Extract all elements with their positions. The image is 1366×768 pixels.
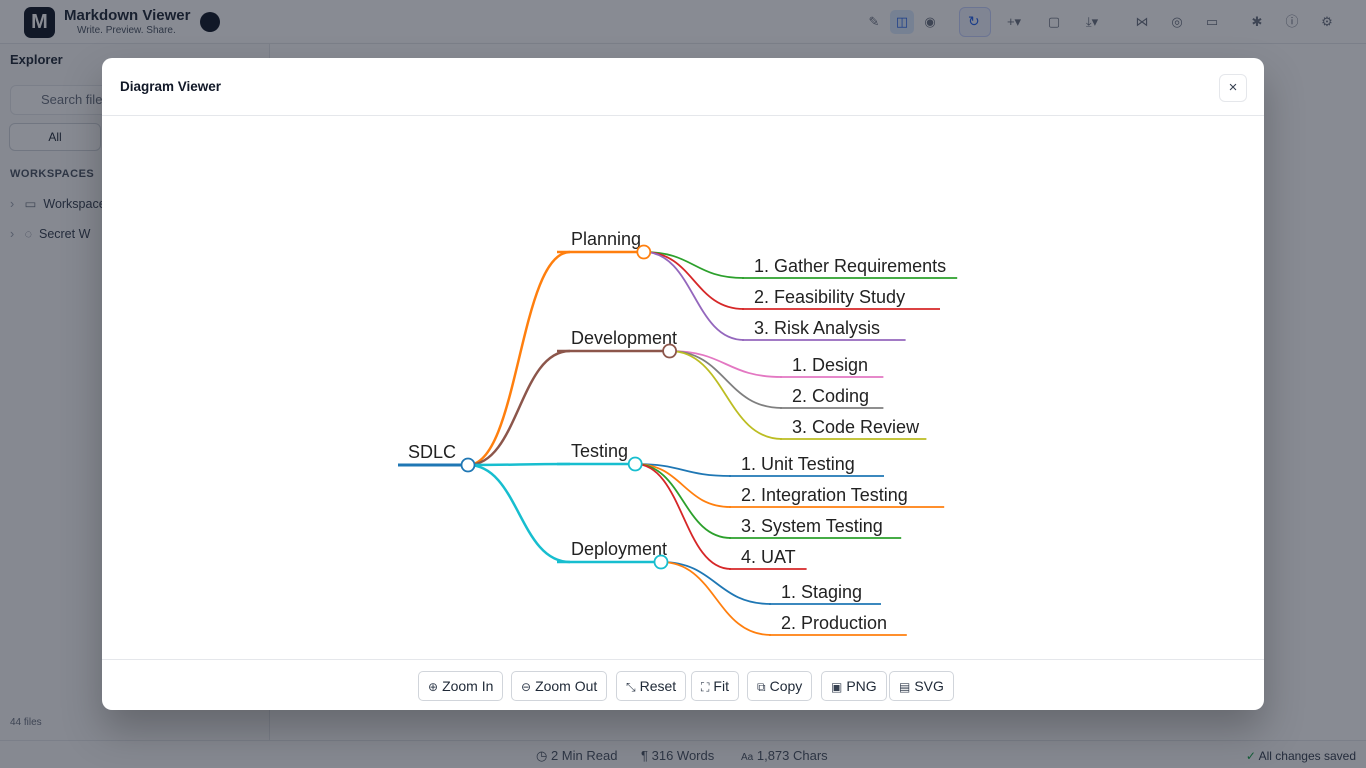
fit-label: Fit bbox=[713, 678, 729, 694]
leaf-label: 1. Staging bbox=[781, 582, 862, 602]
branch-connector bbox=[467, 250, 571, 467]
fit-icon: ⛶ bbox=[701, 680, 710, 694]
zoom-out-icon: ⊖ bbox=[521, 680, 532, 694]
leaf-label: 2. Production bbox=[781, 613, 887, 633]
zoom-out-label: Zoom Out bbox=[535, 678, 598, 694]
leaf-label: 3. Risk Analysis bbox=[754, 318, 880, 338]
reset-label: Reset bbox=[639, 678, 677, 694]
branch-connector bbox=[467, 463, 571, 564]
copy-label: Copy bbox=[769, 678, 803, 694]
copy-icon: ⧉ bbox=[757, 680, 766, 694]
modal-toolbar: ⊕ Zoom In ⊖ Zoom Out ⤡ Reset ⛶ Fit ⧉ Copy ▣ PN… bbox=[102, 659, 1264, 710]
leaf-label: 3. Code Review bbox=[792, 417, 920, 437]
png-export-button[interactable]: ▣ PNG bbox=[821, 671, 887, 701]
code-file-icon: ▤ bbox=[899, 680, 911, 694]
leaf-label: 4. UAT bbox=[741, 547, 796, 567]
zoom-out-button[interactable]: ⊖ Zoom Out bbox=[511, 671, 608, 701]
leaf-label: 2. Integration Testing bbox=[741, 485, 908, 505]
png-label: PNG bbox=[846, 678, 877, 694]
zoom-in-label: Zoom In bbox=[442, 678, 494, 694]
reset-button[interactable]: ⤡ Reset bbox=[616, 671, 687, 701]
branch-node bbox=[653, 554, 669, 570]
close-button[interactable]: × bbox=[1219, 74, 1247, 102]
branch-label: Deployment bbox=[571, 539, 667, 559]
leaf-label: 1. Gather Requirements bbox=[754, 256, 946, 276]
leaf-label: 2. Coding bbox=[792, 386, 869, 406]
leaf-label: 1. Unit Testing bbox=[741, 454, 855, 474]
branch-label: Development bbox=[571, 328, 677, 348]
leaf-label: 1. Design bbox=[792, 355, 868, 375]
diagram-viewer-modal: Diagram Viewer × SDLC Planning 1. Gather R… bbox=[102, 58, 1264, 710]
fit-button[interactable]: ⛶ Fit bbox=[691, 671, 739, 701]
reset-icon: ⤡ bbox=[626, 680, 636, 694]
copy-button[interactable]: ⧉ Copy bbox=[747, 671, 813, 701]
branch-node bbox=[627, 456, 643, 472]
branch-connector bbox=[467, 349, 571, 467]
svg-label: SVG bbox=[914, 678, 944, 694]
leaf-label: 2. Feasibility Study bbox=[754, 287, 905, 307]
mindmap-svg: SDLC Planning 1. Gather Requirements 2. Fea… bbox=[398, 229, 958, 636]
leaf-label: 3. System Testing bbox=[741, 516, 883, 536]
zoom-in-icon: ⊕ bbox=[428, 680, 439, 694]
leaf-connector bbox=[669, 350, 783, 409]
zoom-in-button[interactable]: ⊕ Zoom In bbox=[418, 671, 504, 701]
branch-label: Planning bbox=[571, 229, 641, 249]
branch-node bbox=[636, 244, 652, 260]
leaf-connector bbox=[660, 561, 772, 636]
image-file-icon: ▣ bbox=[831, 680, 843, 694]
modal-title: Diagram Viewer bbox=[120, 79, 222, 94]
diagram-canvas[interactable]: SDLC Planning 1. Gather Requirements 2. Fea… bbox=[102, 116, 1264, 659]
root-node bbox=[460, 457, 476, 473]
branch-label: Testing bbox=[571, 441, 628, 461]
branch-node bbox=[662, 343, 677, 359]
mindmap-root-label: SDLC bbox=[408, 442, 456, 462]
branch-connector bbox=[467, 462, 571, 467]
modal-header: Diagram Viewer × bbox=[102, 58, 1264, 116]
svg-export-button[interactable]: ▤ SVG bbox=[889, 671, 954, 701]
leaf-connector bbox=[643, 251, 745, 310]
